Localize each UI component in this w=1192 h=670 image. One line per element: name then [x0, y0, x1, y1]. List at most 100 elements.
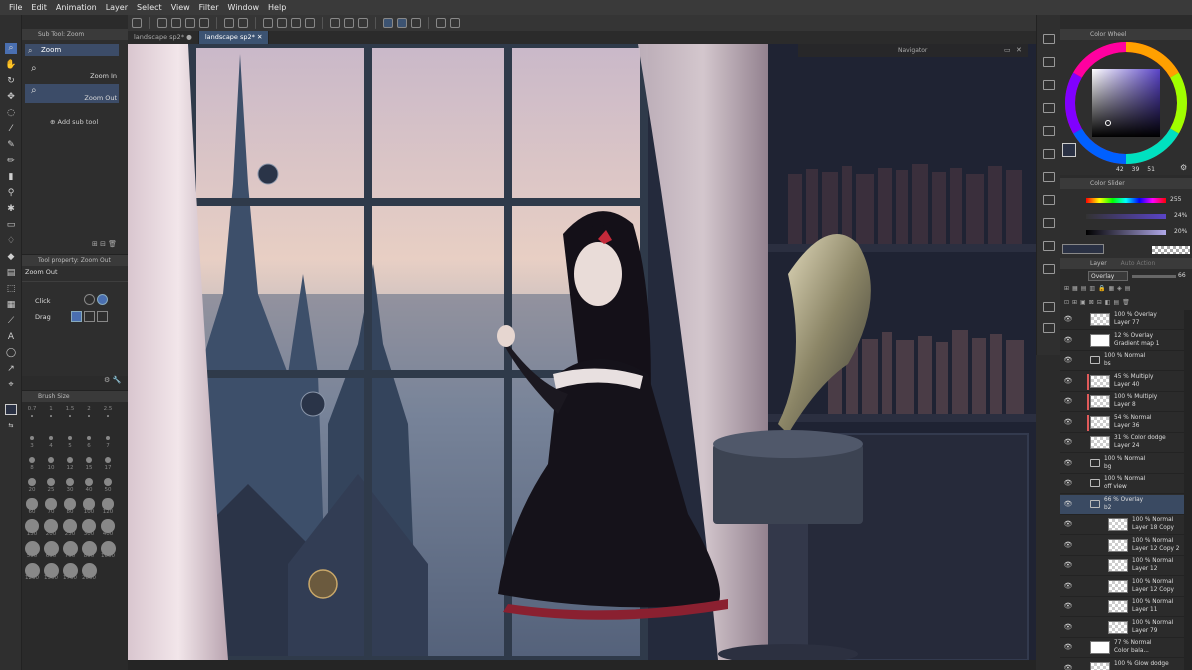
brush-size-preset[interactable] — [49, 436, 53, 440]
layer-row[interactable]: 👁 100 % Normal off view — [1060, 474, 1184, 494]
eye-icon[interactable]: 👁 — [1063, 582, 1073, 591]
gradient-tool-icon[interactable]: ▤ — [5, 268, 17, 279]
menu-select[interactable]: Select — [137, 3, 171, 12]
move-tool-icon[interactable]: ✥ — [5, 92, 17, 103]
material-icon-3[interactable] — [1043, 103, 1055, 113]
brush-size-preset[interactable] — [50, 415, 52, 417]
layer-toolbar-1[interactable]: ⊞▦▤▥🔒▦◈▤ — [1064, 285, 1188, 293]
brush-size-preset[interactable] — [26, 498, 38, 510]
layer-tab[interactable]: Layer — [1090, 260, 1107, 267]
layer-toolbar-2[interactable]: ⊡⊞▣⊠⊟◧▤🗑 — [1064, 299, 1188, 307]
pencil-tool-icon[interactable]: ✏ — [5, 156, 17, 167]
brush-size-preset[interactable] — [84, 477, 94, 487]
canvas[interactable] — [128, 44, 1036, 660]
menu-window[interactable]: Window — [227, 3, 268, 12]
brush-size-preset[interactable] — [103, 477, 113, 487]
color-wheel[interactable] — [1064, 41, 1188, 165]
sub-tool-zoom-out[interactable]: ⌕ Zoom Out — [25, 84, 119, 103]
sub-tool-footer-icons[interactable]: ⊞ ⊟ 🗑 — [92, 240, 117, 248]
eye-icon[interactable]: 👁 — [1063, 438, 1073, 447]
color-slider-swatch[interactable] — [1062, 244, 1104, 254]
layer-row[interactable]: 👁 100 % Normal Layer 11 — [1060, 597, 1184, 617]
redo-icon[interactable] — [238, 18, 248, 28]
material-icon-6[interactable] — [1043, 172, 1055, 182]
material-icon-2[interactable] — [1043, 80, 1055, 90]
eye-icon[interactable]: 👁 — [1063, 418, 1073, 427]
sub-tool-zoom-in[interactable]: ⌕ Zoom In — [25, 63, 119, 81]
tab-landscape-2[interactable]: landscape sp2* ✕ — [198, 31, 270, 44]
material-icon-5[interactable] — [1043, 149, 1055, 159]
zoom-tool-icon[interactable]: ⌕ — [5, 43, 17, 54]
balloon-tool-icon[interactable]: ◯ — [5, 348, 17, 359]
eye-icon[interactable]: 👁 — [1063, 315, 1073, 324]
click-zoom-out-option[interactable] — [97, 294, 108, 305]
airbrush-tool-icon[interactable]: ⚲ — [5, 188, 17, 199]
menu-layer[interactable]: Layer — [106, 3, 137, 12]
drag-option-1[interactable] — [71, 311, 82, 322]
layer-row[interactable]: 👁 100 % Normal bs — [1060, 351, 1184, 371]
eye-icon[interactable]: 👁 — [1063, 520, 1073, 529]
material-icon-8[interactable] — [1043, 218, 1055, 228]
navigator-minimize-icon[interactable]: ▭ — [1004, 44, 1011, 57]
chat-icon[interactable] — [450, 18, 460, 28]
app-icon[interactable] — [132, 18, 142, 28]
snap-grid-icon[interactable] — [411, 18, 421, 28]
current-color-swatch[interactable] — [1062, 143, 1076, 157]
tab-landscape-1[interactable]: landscape sp2* ● — [128, 31, 199, 44]
brush-size-preset[interactable] — [107, 415, 109, 417]
layer-row[interactable]: 👁 100 % Normal Layer 79 — [1060, 618, 1184, 638]
eye-icon[interactable]: 👁 — [1063, 336, 1073, 345]
layer-scrollbar[interactable] — [1184, 310, 1192, 670]
material-icon[interactable] — [1043, 57, 1055, 67]
eye-icon[interactable]: 👁 — [1063, 643, 1073, 652]
eye-icon[interactable]: 👁 — [1063, 623, 1073, 632]
menu-animation[interactable]: Animation — [56, 3, 106, 12]
eye-icon[interactable]: 👁 — [1063, 356, 1073, 365]
layer-row[interactable]: 👁 77 % Normal Color bala... — [1060, 638, 1184, 658]
layer-row[interactable]: 👁 100 % Normal Layer 12 Copy — [1060, 577, 1184, 597]
deselect-icon[interactable] — [330, 18, 340, 28]
brush-size-preset[interactable] — [31, 415, 33, 417]
brush-size-preset[interactable] — [30, 436, 34, 440]
sub-tool-group-zoom[interactable]: Zoom — [25, 44, 119, 56]
eye-icon[interactable]: 👁 — [1063, 561, 1073, 570]
print-icon[interactable] — [199, 18, 209, 28]
brush-size-preset[interactable] — [85, 456, 93, 464]
eraser-tool-icon[interactable]: ▭ — [5, 220, 17, 231]
saturation-slider[interactable] — [1086, 214, 1166, 219]
color-switch-icon[interactable]: ⇆ — [5, 420, 17, 431]
menu-edit[interactable]: Edit — [31, 3, 56, 12]
layer-row[interactable]: 👁 31 % Color dodge Layer 24 — [1060, 433, 1184, 453]
menu-filter[interactable]: Filter — [199, 3, 228, 12]
hand-tool-icon[interactable]: ✋ — [5, 60, 17, 71]
brush-size-preset[interactable] — [46, 477, 56, 487]
pen-tool-icon[interactable]: ✎ — [5, 140, 17, 151]
figure-tool-icon[interactable]: ⬚ — [5, 284, 17, 295]
opacity-slider[interactable] — [1132, 275, 1176, 278]
layer-row[interactable]: 👁 66 % Overlay b2 — [1060, 494, 1184, 515]
crop-icon[interactable] — [358, 18, 368, 28]
material-icon-4[interactable] — [1043, 126, 1055, 136]
layer-row[interactable]: 👁 45 % Multiply Layer 40 — [1060, 372, 1184, 392]
layer-row[interactable]: 👁 100 % Normal bg — [1060, 454, 1184, 474]
auto-action-tab[interactable]: Auto Action — [1121, 260, 1156, 267]
eye-icon[interactable]: 👁 — [1063, 664, 1073, 670]
transform-icon[interactable] — [291, 18, 301, 28]
brush-size-preset[interactable] — [27, 477, 37, 487]
snap-ruler-icon[interactable] — [383, 18, 393, 28]
tool-property-footer-icons[interactable]: ⚙ 🔧 — [104, 376, 121, 384]
menu-help[interactable]: Help — [268, 3, 295, 12]
decoration-tool-icon[interactable]: ✱ — [5, 204, 17, 215]
operation-tool-icon[interactable]: ⌖ — [5, 380, 17, 391]
material-icon-10[interactable] — [1043, 264, 1055, 274]
layer-row[interactable]: 👁 100 % Glow dodge — [1060, 659, 1184, 670]
brush-size-preset[interactable] — [45, 498, 57, 510]
brush-size-preset[interactable] — [68, 436, 72, 440]
layer-row[interactable]: 👁 100 % Normal Layer 12 Copy 2 — [1060, 536, 1184, 556]
add-sub-tool-button[interactable]: ⊕ Add sub tool — [50, 118, 98, 126]
settings-icon[interactable] — [436, 18, 446, 28]
eye-icon[interactable]: 👁 — [1063, 459, 1073, 468]
eye-icon[interactable]: 👁 — [1063, 541, 1073, 550]
navigator-close-icon[interactable]: ✕ — [1016, 44, 1022, 57]
clear-icon[interactable] — [305, 18, 315, 28]
